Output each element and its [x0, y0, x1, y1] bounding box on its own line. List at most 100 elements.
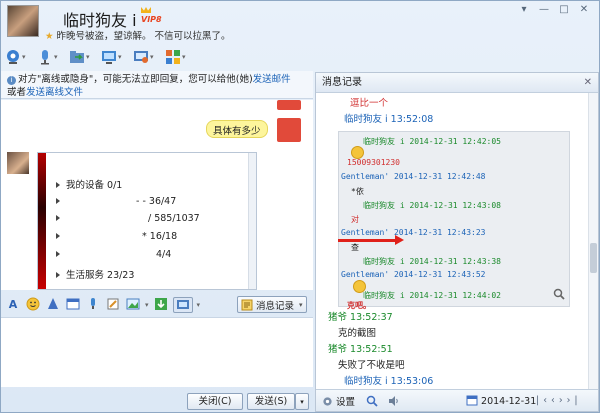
calendar-button[interactable]: 2014-12-31	[466, 394, 536, 407]
send-image-button[interactable]	[125, 297, 141, 313]
chevron-down-icon[interactable]: ▾	[145, 301, 149, 309]
history-scrollbar[interactable]	[588, 93, 598, 389]
send-options-button[interactable]: ▾	[295, 393, 309, 410]
chevron-down-icon[interactable]: ▾	[182, 53, 186, 61]
emoji-button[interactable]	[25, 297, 41, 313]
screenshot-edge	[38, 153, 46, 289]
red-arrow-annotation	[338, 235, 404, 245]
window-header: 临时狗友 i VIP8 ★ 昨晚号被盗，望谅解。 不信可以拉黑了。 ▾ — □ ✕…	[1, 1, 600, 71]
screenshot-line: 查	[351, 243, 359, 252]
my-avatar[interactable]	[277, 118, 301, 142]
history-footer: 设置 2014-12-31 |‹‹››|	[316, 389, 598, 411]
history-sender-line: 猪爷 13:52:51	[328, 344, 393, 355]
pencil-icon	[107, 298, 119, 310]
embedded-screenshot[interactable]: 我的设备 0/1 - - 36/47 / 585/1037 * 16/18 4/…	[37, 152, 257, 290]
close-button[interactable]: 关闭(C)	[187, 393, 243, 410]
contact-signature: ★ 昨晚号被盗，望谅解。 不信可以拉黑了。	[45, 28, 231, 42]
speaker-icon	[389, 396, 398, 406]
chevron-down-icon[interactable]: ▾	[197, 301, 201, 309]
gear-icon	[323, 397, 332, 406]
image-icon	[126, 298, 140, 310]
music-button[interactable]	[153, 297, 169, 313]
scroll-thumb[interactable]	[590, 243, 597, 273]
window-menu-button[interactable]: ▾	[517, 4, 531, 16]
chevron-down-icon[interactable]: ▾	[150, 53, 154, 61]
screenshot-line: 对	[351, 215, 359, 224]
green-arrow-icon	[154, 298, 167, 310]
wizard-hat-icon	[48, 298, 58, 309]
peer-avatar[interactable]	[7, 152, 29, 174]
remote-desktop-button[interactable]: ▾	[101, 46, 129, 68]
screenshot-line: 15009301230	[347, 158, 400, 167]
apps-button[interactable]: ▾	[165, 46, 193, 68]
screenshot-line: 临时狗友 i 2014-12-31 12:43:08	[363, 201, 501, 210]
close-history-icon[interactable]: ✕	[584, 73, 592, 93]
vip-badge[interactable]: VIP8	[141, 15, 163, 29]
voice-message-button[interactable]	[85, 297, 101, 313]
notice-text-1: 对方"离线或隐身"，可能无法立即回复，您可以给他(她)	[18, 74, 253, 85]
message-input[interactable]	[1, 317, 313, 387]
volume-button[interactable]	[388, 395, 400, 410]
apps-grid-icon	[166, 50, 180, 64]
voice-call-button[interactable]: ▾	[37, 46, 65, 68]
send-email-link[interactable]: 发送邮件	[253, 74, 291, 85]
chevron-down-icon[interactable]: ▾	[22, 53, 26, 61]
my-message-bubble: 具体有多少	[206, 120, 268, 138]
contact-group: 生活服务 23/23	[56, 267, 134, 281]
send-file-button[interactable]: ▾	[69, 46, 97, 68]
search-history-button[interactable]	[366, 395, 378, 410]
triangle-icon	[56, 233, 60, 239]
screen-share-icon	[134, 51, 148, 63]
maximize-button[interactable]: □	[557, 4, 571, 16]
group-label: - - 36/47	[136, 196, 177, 207]
my-avatar-top	[277, 100, 301, 110]
send-button[interactable]: 发送(S)	[247, 393, 295, 410]
calendar-icon	[466, 395, 478, 406]
history-message: 克的截图	[338, 328, 377, 339]
screen-share-button[interactable]: ▾	[133, 46, 161, 68]
message-record-button[interactable]: 消息记录 ▾	[237, 296, 307, 313]
contact-group: * 16/18	[56, 231, 177, 242]
history-header: 消息记录 ✕	[316, 73, 598, 93]
folder-icon	[70, 51, 84, 63]
contact-avatar[interactable]	[7, 5, 39, 37]
prev-page-icon[interactable]: ‹	[551, 395, 559, 406]
chevron-down-icon[interactable]: ▾	[118, 53, 122, 61]
chat-area[interactable]: 具体有多少 我的设备 0/1 - - 36/47 / 585/1037 * 16…	[1, 100, 313, 290]
zoom-icon[interactable]	[553, 288, 565, 300]
doodle-button[interactable]	[105, 297, 121, 313]
contact-group: 我的设备 0/1	[56, 177, 122, 191]
chevron-down-icon: ▾	[299, 300, 303, 309]
video-call-button[interactable]: ▾	[5, 46, 33, 68]
smile-icon	[26, 297, 40, 311]
window-icon	[66, 298, 80, 310]
history-sender-line: 猪爷 13:52:37	[328, 312, 393, 323]
first-page-icon[interactable]: |‹	[536, 395, 551, 406]
chevron-down-icon: ▾	[300, 398, 304, 406]
next-page-icon[interactable]: ›	[559, 395, 567, 406]
settings-button[interactable]: 设置	[322, 394, 355, 408]
group-label: 4/4	[156, 249, 172, 260]
window-shake-button[interactable]	[65, 297, 81, 313]
contact-group: 4/4	[56, 249, 171, 260]
screenshot-line: Gentleman' 2014-12-31 12:42:48	[341, 172, 486, 181]
chevron-down-icon[interactable]: ▾	[86, 53, 90, 61]
vip-crown-icon	[141, 7, 151, 13]
screenshot-line: 临时狗友 i 2014-12-31 12:42:05	[363, 137, 501, 146]
message-record-icon	[241, 299, 253, 310]
screenshot-button[interactable]	[172, 297, 193, 313]
minimize-button[interactable]: —	[537, 4, 551, 16]
triangle-icon	[56, 272, 60, 278]
chevron-down-icon[interactable]: ▾	[54, 53, 58, 61]
group-label: 我的设备 0/1	[66, 180, 123, 191]
close-window-button[interactable]: ✕	[577, 4, 591, 16]
send-offline-file-link[interactable]: 发送离线文件	[26, 87, 83, 98]
font-button[interactable]: A	[5, 297, 21, 313]
last-page-icon[interactable]: ›|	[567, 395, 582, 406]
magic-expression-button[interactable]	[45, 297, 61, 313]
screenshot-scrollbar	[248, 153, 256, 289]
screenshot-icon	[176, 300, 189, 309]
microphone-icon	[91, 298, 95, 309]
history-screenshot[interactable]: 临时狗友 i 2014-12-31 12:42:05 15009301230 G…	[338, 131, 570, 310]
group-label: 生活服务 23/23	[66, 270, 135, 281]
